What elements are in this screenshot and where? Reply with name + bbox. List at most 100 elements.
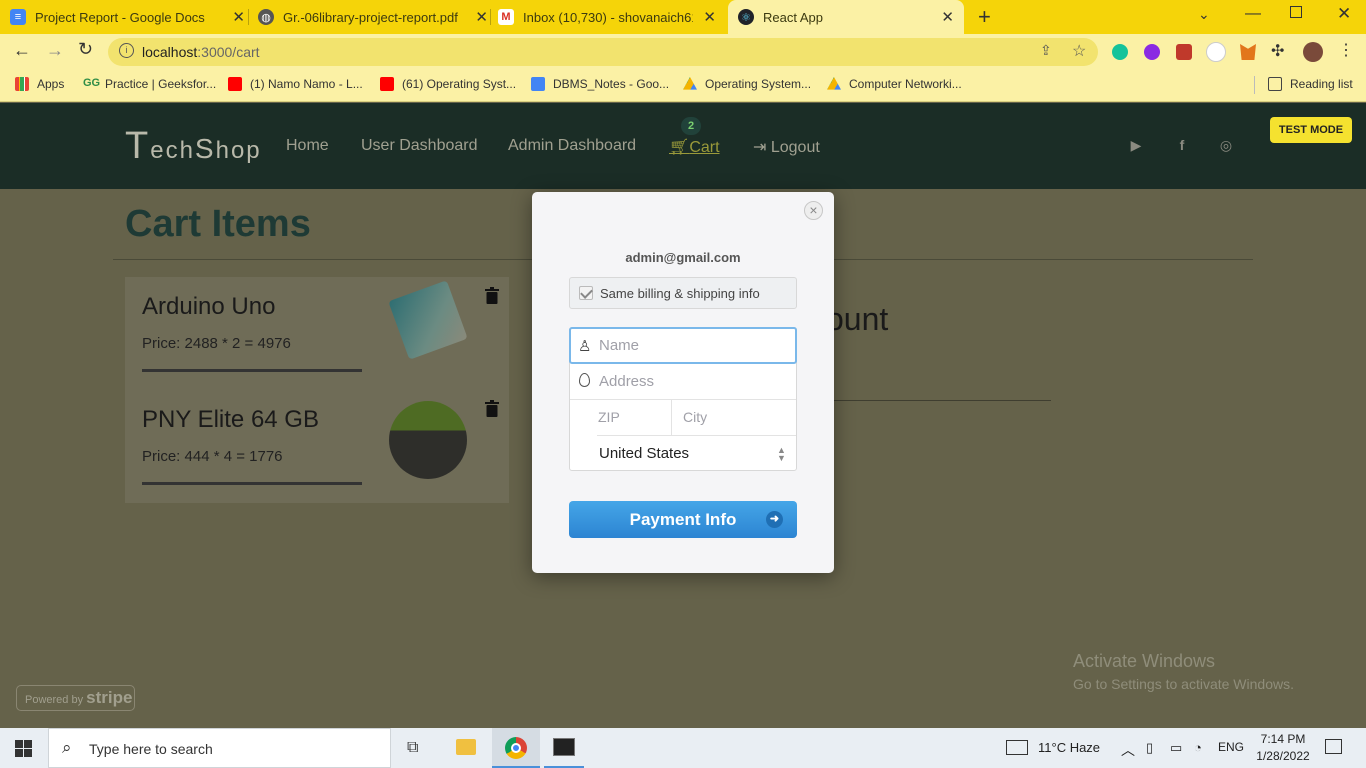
forward-icon[interactable]: → [46,40,64,61]
tab-gmail[interactable]: M Inbox (10,730) - shovanaich611@ ✕ [498,0,716,34]
star-icon[interactable]: ☆ [1072,41,1086,61]
network-icon[interactable]: ▯ [1146,740,1153,756]
taskbar-chrome[interactable] [492,728,540,768]
address-bar[interactable]: i localhost:3000/cart ⇪ ☆ [108,38,1098,66]
browser-toolbar: ← → ↻ i localhost:3000/cart ⇪ ☆ ✣ ⋮ [0,34,1366,70]
extension-icon[interactable] [1206,42,1226,62]
metamask-icon[interactable] [1240,44,1256,60]
weather-text[interactable]: 11°C Haze [1038,740,1100,755]
nav-admin-dashboard[interactable]: Admin Dashboard [508,137,636,155]
tab-pdf[interactable]: ◍ Gr.-06library-project-report.pdf ✕ [258,0,488,34]
windows-start-icon[interactable] [15,740,32,757]
kebab-menu-icon[interactable]: ⋮ [1338,40,1354,60]
youtube-icon [380,77,394,91]
terminal-icon [553,738,575,756]
youtube-icon[interactable]: ▶ [1126,137,1146,157]
nav-home[interactable]: Home [286,137,329,155]
avatar[interactable] [1303,42,1323,62]
extension-icon[interactable] [1176,44,1192,60]
bookmark-label: Apps [37,77,65,91]
trash-icon[interactable] [485,287,499,304]
grammarly-icon[interactable] [1112,44,1128,60]
reload-icon[interactable]: ↻ [78,39,93,60]
tab-react-app[interactable]: ⚛ React App ✕ [728,0,964,34]
bookmarks-bar: Apps GG Practice | Geeksfor... (1) Namo N… [0,70,1366,102]
cart-count-badge: 2 [681,117,701,135]
instagram-icon[interactable]: ◎ [1216,137,1236,157]
close-icon[interactable]: ✕ [703,8,716,26]
cart-icon: 🛒︎ [669,139,690,156]
language-indicator[interactable]: ENG [1218,740,1244,754]
close-icon[interactable]: ✕ [475,8,488,26]
same-billing-checkbox-row[interactable]: Same billing & shipping info [569,277,797,309]
city-field[interactable]: City [672,400,796,436]
stripe-logo: stripe [86,688,133,707]
windows-activation-watermark: Activate Windows Go to Settings to activ… [1073,651,1294,692]
cart-item: Arduino Uno Price: 2488 * 2 = 4976 [125,277,509,390]
powered-by-stripe-badge[interactable]: Powered by stripe [16,685,135,711]
window-close-icon[interactable]: ✕ [1337,4,1351,24]
nav-logout[interactable]: ⇥ Logout [753,137,820,157]
test-mode-badge: TEST MODE [1270,117,1352,143]
file-explorer-icon[interactable] [456,739,476,755]
share-icon[interactable]: ⇪ [1040,42,1052,59]
tab-google-docs[interactable]: ≡ Project Report - Google Docs ✕ [10,0,245,34]
item-divider [142,482,362,485]
url-text: localhost:3000/cart [142,44,260,60]
close-icon[interactable]: ✕ [941,8,954,26]
geeksforgeeks-icon: GG [83,77,101,89]
site-navbar: TechShop Home User Dashboard Admin Dashb… [0,103,1366,189]
bookmark-dbms-notes[interactable]: DBMS_Notes - Goo... [531,77,669,91]
new-tab-icon[interactable]: + [978,4,991,30]
item-name: Arduino Uno [142,293,276,320]
extension-icon[interactable] [1144,44,1160,60]
taskbar-search[interactable]: ⌕ Type here to search [48,728,391,768]
weather-icon[interactable] [1006,740,1028,755]
task-view-icon[interactable]: ⧉ [407,739,418,757]
address-field[interactable]: Address [570,364,796,400]
zip-field[interactable]: ZIP [597,400,672,436]
bookmark-apps[interactable]: Apps [15,77,64,91]
tab-title: React App [763,9,823,25]
info-icon[interactable]: i [119,43,134,58]
close-icon[interactable]: × [804,201,823,220]
bookmark-geeksforgeeks[interactable]: GG Practice | Geeksfor... [83,77,216,91]
brand-logo[interactable]: TechShop [125,125,262,168]
total-amount-heading: ount [826,301,889,337]
same-billing-checkbox[interactable] [579,286,593,300]
payment-info-button[interactable]: Payment Info ➜ [569,501,797,538]
windows-taskbar: ⌕ Type here to search ⧉ 11°C Haze ︿ ▯ ▭ … [0,728,1366,768]
trash-icon[interactable] [485,400,499,417]
notifications-icon[interactable] [1325,739,1342,754]
nav-cart[interactable]: 🛒︎Cart [669,137,720,157]
restore-icon[interactable] [1290,6,1302,18]
bookmark-youtube-2[interactable]: (61) Operating Syst... [380,77,516,91]
puzzle-icon[interactable]: ✣ [1271,41,1284,61]
battery-icon[interactable]: ▭ [1170,740,1182,756]
location-pin-icon [579,373,590,387]
nav-user-dashboard[interactable]: User Dashboard [361,137,478,155]
back-icon[interactable]: ← [13,40,31,61]
wifi-icon[interactable]: ◔ [1194,740,1202,755]
bookmark-youtube-1[interactable]: (1) Namo Namo - L... [228,77,363,91]
google-drive-icon [827,77,841,90]
page-content: TechShop Home User Dashboard Admin Dashb… [0,103,1366,727]
chevron-up-icon[interactable]: ︿ [1121,740,1135,760]
country-select[interactable]: United States [599,445,689,462]
reading-list[interactable]: Reading list [1268,77,1353,91]
brand-text: ech [150,137,195,164]
bookmark-computer-networking[interactable]: Computer Networki... [827,77,962,91]
taskbar-terminal[interactable] [544,728,584,768]
minimize-icon[interactable]: — [1245,5,1261,23]
facebook-icon[interactable]: f [1172,137,1192,157]
chrome-center [511,743,521,753]
bookmark-operating-system[interactable]: Operating System... [683,77,811,91]
close-icon[interactable]: ✕ [232,8,245,26]
tab-title: Project Report - Google Docs [35,9,205,25]
clock[interactable]: 7:14 PM 1/28/2022 [1256,731,1310,765]
brand-text: hop [215,137,262,164]
globe-icon: ◍ [258,9,274,25]
chevron-down-icon[interactable]: ⌄ [1198,6,1210,23]
person-icon: ♙ [578,338,592,355]
name-field[interactable]: ♙ Name [569,327,797,364]
